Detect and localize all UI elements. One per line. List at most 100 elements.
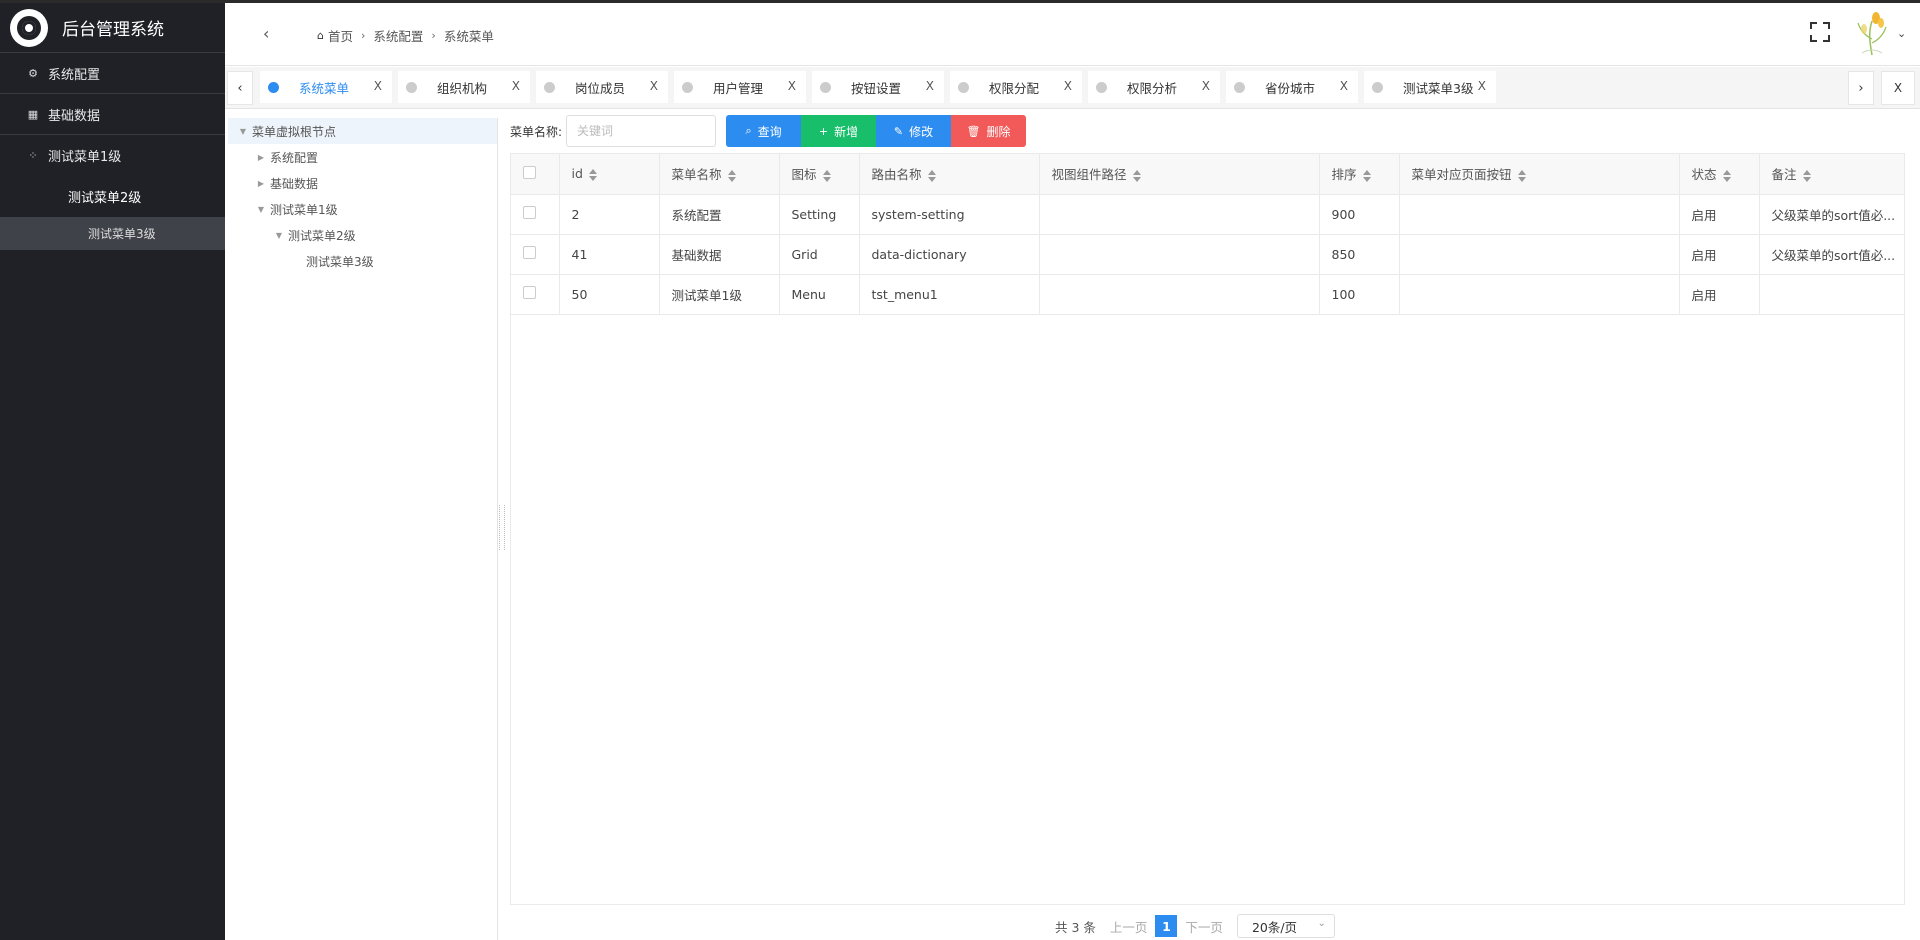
breadcrumb-system-config[interactable]: 系统配置 — [373, 26, 423, 45]
tab-scroll-right-button[interactable]: › — [1848, 71, 1874, 105]
table-row[interactable]: 41 基础数据 Grid data-dictionary 850 启用 父级菜单… — [511, 234, 1904, 275]
fullscreen-icon[interactable] — [1810, 22, 1830, 42]
row-checkbox[interactable] — [523, 286, 536, 299]
tab-permission-assign[interactable]: 权限分配 X — [950, 71, 1082, 103]
tab-test-menu-3[interactable]: 测试菜单3级 X — [1364, 71, 1496, 103]
search-input[interactable] — [566, 115, 717, 147]
select-all-cell — [511, 154, 560, 195]
page-size-select[interactable]: 20条/页 ⌄ — [1236, 914, 1335, 938]
tab-button-settings[interactable]: 按钮设置 X — [812, 71, 944, 103]
tab-permission-analysis[interactable]: 权限分析 X — [1088, 71, 1220, 103]
select-all-checkbox[interactable] — [523, 165, 536, 179]
caret-right-icon[interactable]: ▶ — [252, 179, 270, 188]
close-all-tabs-button[interactable]: X — [1881, 71, 1915, 105]
caret-down-icon[interactable]: ▼ — [252, 205, 270, 214]
chevron-down-icon[interactable]: ⌄ — [1897, 27, 1906, 40]
sidebar-item-test-menu-2[interactable]: 测试菜单2级 — [0, 176, 225, 217]
table-cell: tst_menu1 — [859, 274, 1040, 315]
sort-icon[interactable] — [1802, 169, 1811, 182]
table-cell: 850 — [1319, 234, 1400, 275]
caret-down-icon[interactable]: ▼ — [270, 231, 288, 240]
sort-icon[interactable] — [927, 169, 936, 182]
row-checkbox[interactable] — [523, 206, 536, 219]
delete-button-label: 删除 — [986, 124, 1011, 139]
delete-button[interactable]: 🗑 删除 — [951, 115, 1027, 147]
menu-tree: ▼ 菜单虚拟根节点 ▶ 系统配置 ▶ 基础数据 ▼ 测试菜单1级 ▼ 测试菜单2… — [228, 118, 498, 940]
trash-icon: 🗑 — [966, 124, 981, 138]
avatar[interactable] — [1850, 9, 1894, 57]
tab-organization[interactable]: 组织机构 X — [398, 71, 530, 103]
tree-node-test-menu-3[interactable]: 测试菜单3级 — [228, 248, 497, 274]
sort-icon[interactable] — [727, 169, 736, 182]
tab-system-menu[interactable]: 系统菜单 X — [260, 71, 392, 103]
table-cell — [1399, 274, 1680, 315]
caret-right-icon[interactable]: ▶ — [252, 153, 270, 162]
tab-close-icon[interactable]: X — [374, 79, 382, 93]
page-size-value: 20条/页 — [1251, 919, 1298, 935]
add-button[interactable]: + 新增 — [801, 115, 877, 147]
column-header-status[interactable]: 状态 — [1679, 154, 1760, 195]
sort-icon[interactable] — [1362, 169, 1371, 182]
sort-icon[interactable] — [588, 168, 597, 181]
collapse-sidebar-icon[interactable]: ‹ — [263, 24, 269, 43]
tree-node-system-config[interactable]: ▶ 系统配置 — [228, 144, 497, 170]
column-header-name[interactable]: 菜单名称 — [659, 154, 780, 195]
caret-down-icon[interactable]: ▼ — [234, 127, 252, 136]
tab-province-city[interactable]: 省份城市 X — [1226, 71, 1358, 103]
tab-close-icon[interactable]: X — [1340, 79, 1348, 93]
tab-close-icon[interactable]: X — [926, 79, 934, 93]
sidebar-item-basic-data[interactable]: ▦ 基础数据 — [0, 94, 225, 135]
next-page-button[interactable]: 下一页 — [1185, 917, 1223, 936]
row-select-cell — [511, 234, 560, 275]
edit-button[interactable]: ✎ 修改 — [876, 115, 952, 147]
apps-icon: ⁘ — [28, 149, 38, 162]
tab-dot-icon — [1096, 81, 1107, 93]
splitter-handle[interactable] — [499, 505, 505, 550]
sidebar-item-label: 测试菜单1级 — [48, 150, 122, 165]
tab-label: 按钮设置 — [851, 80, 902, 96]
sort-icon[interactable] — [822, 169, 831, 182]
column-header-remark[interactable]: 备注 — [1759, 154, 1904, 195]
column-header-sort[interactable]: 排序 — [1319, 154, 1400, 195]
table-row[interactable]: 50 测试菜单1级 Menu tst_menu1 100 启用 — [511, 274, 1904, 315]
sort-icon[interactable] — [1517, 169, 1526, 182]
column-header-buttons[interactable]: 菜单对应页面按钮 — [1399, 154, 1680, 195]
tree-node-label: 测试菜单1级 — [270, 202, 338, 217]
tab-close-icon[interactable]: X — [1478, 79, 1486, 93]
table-cell: 100 — [1319, 274, 1400, 315]
column-header-route[interactable]: 路由名称 — [859, 154, 1040, 195]
tab-close-icon[interactable]: X — [1202, 79, 1210, 93]
tab-user-management[interactable]: 用户管理 X — [674, 71, 806, 103]
tab-close-icon[interactable]: X — [650, 79, 658, 93]
tree-node-test-menu-2[interactable]: ▼ 测试菜单2级 — [228, 222, 497, 248]
tab-scroll-left-button[interactable]: ‹ — [227, 71, 253, 105]
sidebar-item-system-config[interactable]: ⚙ 系统配置 — [0, 53, 225, 94]
tab-close-icon[interactable]: X — [788, 79, 796, 93]
sidebar-item-test-menu-1[interactable]: ⁘ 测试菜单1级 — [0, 135, 225, 176]
table-cell: 启用 — [1679, 234, 1760, 275]
prev-page-button[interactable]: 上一页 — [1110, 917, 1148, 936]
query-button[interactable]: ⌕ 查询 — [726, 115, 802, 147]
sort-icon[interactable] — [1722, 169, 1731, 182]
row-checkbox[interactable] — [523, 246, 536, 259]
sidebar-item-test-menu-3[interactable]: 测试菜单3级 — [0, 217, 225, 250]
tree-node-label: 测试菜单2级 — [288, 228, 356, 243]
column-header-icon[interactable]: 图标 — [779, 154, 860, 195]
breadcrumb-home[interactable]: 首页 — [328, 26, 353, 45]
table-cell: Menu — [779, 274, 860, 315]
sort-icon[interactable] — [1132, 169, 1141, 182]
tree-node-test-menu-1[interactable]: ▼ 测试菜单1级 — [228, 196, 497, 222]
column-header-id[interactable]: id — [559, 154, 660, 195]
tab-dot-icon — [958, 81, 969, 93]
current-page-button[interactable]: 1 — [1155, 915, 1178, 937]
tab-close-icon[interactable]: X — [512, 79, 520, 93]
tab-label: 权限分析 — [1127, 80, 1178, 96]
table-row[interactable]: 2 系统配置 Setting system-setting 900 启用 父级菜… — [511, 194, 1904, 235]
add-button-label: 新增 — [834, 124, 859, 139]
tree-node-root[interactable]: ▼ 菜单虚拟根节点 — [228, 118, 497, 144]
table-cell: 启用 — [1679, 274, 1760, 315]
tree-node-basic-data[interactable]: ▶ 基础数据 — [228, 170, 497, 196]
tab-position-members[interactable]: 岗位成员 X — [536, 71, 668, 103]
tab-close-icon[interactable]: X — [1064, 79, 1072, 93]
column-header-component[interactable]: 视图组件路径 — [1039, 154, 1320, 195]
